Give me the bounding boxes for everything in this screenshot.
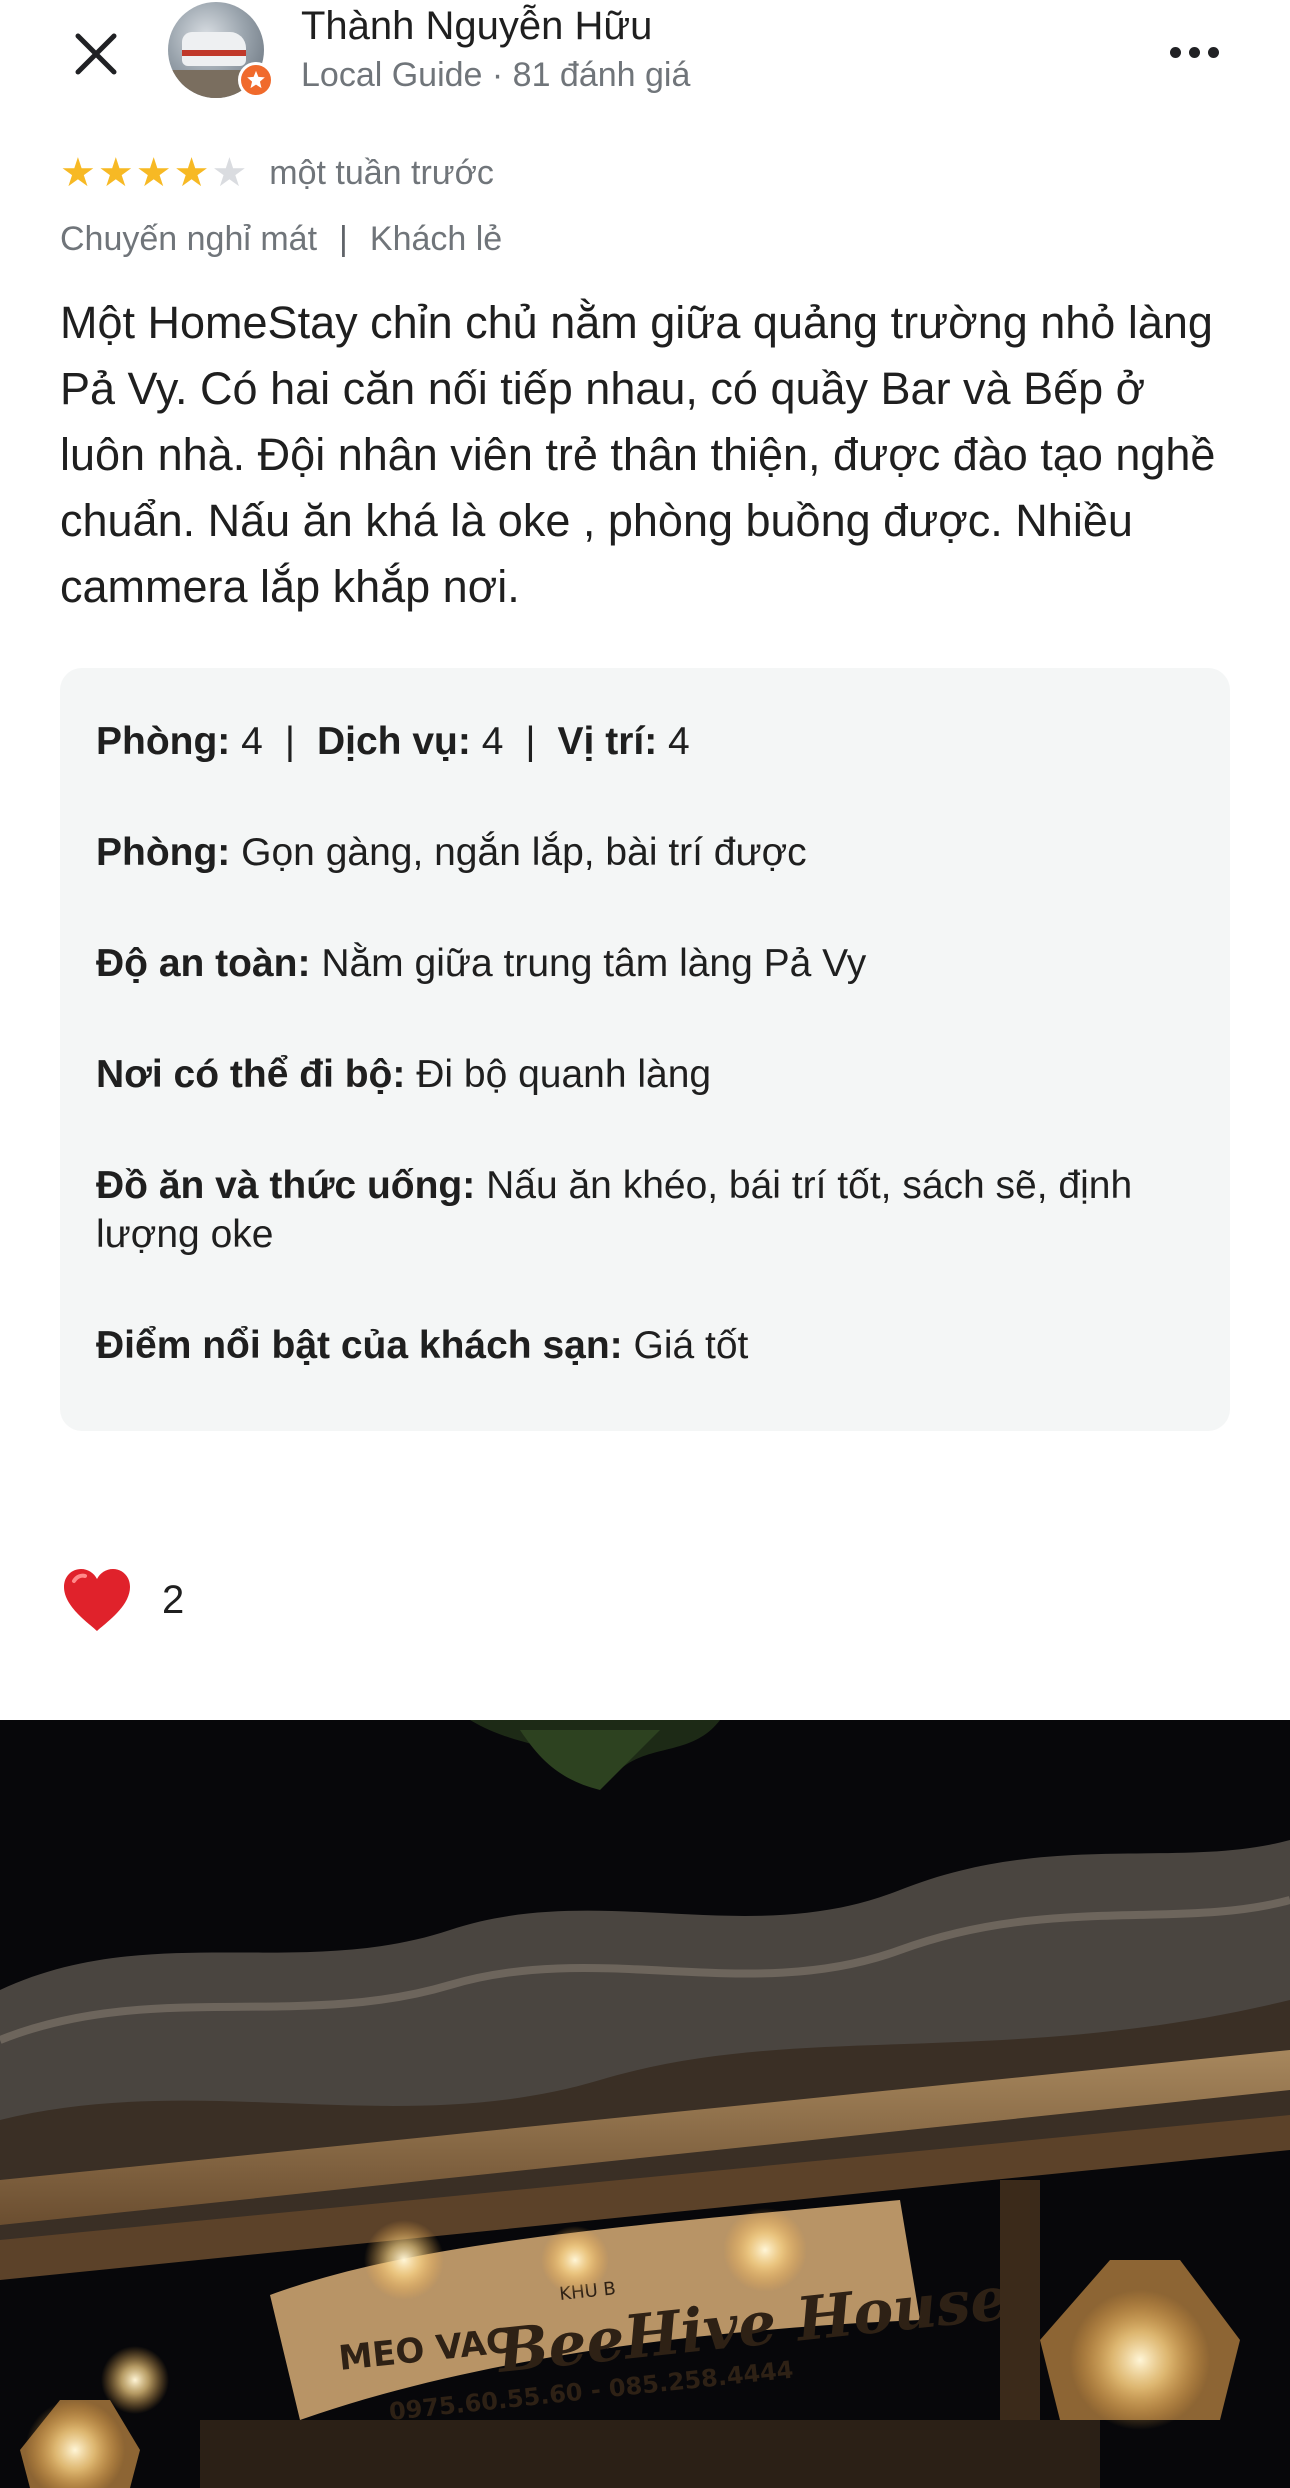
- attribute-food-drink: Đồ ăn và thức uống: Nấu ăn khéo, bái trí…: [96, 1161, 1194, 1259]
- reviewer-meta: Local Guide · 81 đánh giá: [301, 56, 691, 94]
- score-row: Phòng: 4 | Dịch vụ: 4 | Vị trí: 4: [96, 718, 1194, 766]
- close-button[interactable]: [60, 18, 132, 90]
- reviewer-name[interactable]: Thành Nguyễn Hữu: [301, 4, 652, 49]
- review-time: một tuần trước: [269, 153, 494, 192]
- tag-separator: |: [339, 220, 348, 258]
- attribute-value: Nằm giữa trung tâm làng Pả Vy: [321, 942, 867, 985]
- attribute-label: Phòng:: [96, 831, 231, 874]
- avatar-stripe-shape: [182, 50, 246, 56]
- attribute-value: Đi bộ quanh làng: [416, 1053, 712, 1096]
- attributes-box: Phòng: 4 | Dịch vụ: 4 | Vị trí: 4 Phòng:…: [60, 668, 1230, 1431]
- star-empty-icon: ★: [211, 151, 248, 195]
- star-filled-icon: ★: [60, 151, 96, 195]
- star-rating: ★ ★ ★ ★ ★: [60, 148, 247, 198]
- local-guide-badge: [238, 62, 274, 98]
- score-location-value: 4: [668, 720, 690, 763]
- attribute-room: Phòng: Gọn gàng, ngắn lắp, bài trí được: [96, 828, 1194, 877]
- star-filled-icon: ★: [173, 151, 210, 195]
- avatar-van-shape: [182, 32, 246, 66]
- local-guide-star-icon: [247, 70, 265, 89]
- attribute-label: Độ an toàn:: [96, 942, 311, 985]
- like-row: 2: [60, 1562, 184, 1638]
- attribute-label: Điểm nổi bật của khách sạn:: [96, 1324, 623, 1367]
- photo-scene: MEO VAC BeeHive House KHU B 0975.60.55.6…: [0, 1720, 1290, 2488]
- attribute-value: Gọn gàng, ngắn lắp, bài trí được: [241, 831, 807, 874]
- review-tags: Chuyến nghỉ mát | Khách lẻ: [60, 220, 502, 259]
- score-room-label: Phòng:: [96, 720, 231, 763]
- star-filled-icon: ★: [97, 151, 134, 195]
- heart-icon[interactable]: [60, 1565, 134, 1635]
- attribute-label: Nơi có thể đi bộ:: [96, 1053, 406, 1096]
- more-horiz-icon-dot: [1188, 46, 1200, 58]
- score-location-label: Vị trí:: [557, 720, 658, 763]
- more-options-button[interactable]: [1160, 22, 1228, 82]
- close-icon: [75, 33, 117, 75]
- score-service-label: Dịch vụ:: [316, 720, 471, 763]
- review-text: Một HomeStay chỉn chủ nằm giữa quảng trư…: [60, 297, 1216, 612]
- review-header: Thành Nguyễn Hữu Local Guide · 81 đánh g…: [0, 0, 1290, 110]
- score-room-value: 4: [241, 720, 263, 763]
- score-separator: |: [525, 720, 536, 763]
- tag-travel-group: Khách lẻ: [369, 220, 503, 258]
- star-filled-icon: ★: [135, 151, 172, 195]
- attribute-highlight: Điểm nổi bật của khách sạn: Giá tốt: [96, 1321, 1194, 1370]
- score-service-value: 4: [481, 720, 504, 763]
- tag-trip-type: Chuyến nghỉ mát: [60, 220, 318, 258]
- like-count: 2: [162, 1577, 185, 1622]
- attribute-walkability: Nơi có thể đi bộ: Đi bộ quanh làng: [96, 1050, 1194, 1099]
- rating-row: ★ ★ ★ ★ ★ một tuần trước: [60, 148, 494, 198]
- more-horiz-icon: [1169, 46, 1181, 58]
- more-horiz-icon-dot: [1207, 46, 1219, 58]
- attribute-value: Giá tốt: [633, 1324, 749, 1367]
- attribute-label: Đồ ăn và thức uống:: [96, 1164, 476, 1207]
- score-separator: |: [284, 720, 295, 763]
- attribute-safety: Độ an toàn: Nằm giữa trung tâm làng Pả V…: [96, 939, 1194, 988]
- review-photo[interactable]: MEO VAC BeeHive House KHU B 0975.60.55.6…: [0, 1720, 1290, 2488]
